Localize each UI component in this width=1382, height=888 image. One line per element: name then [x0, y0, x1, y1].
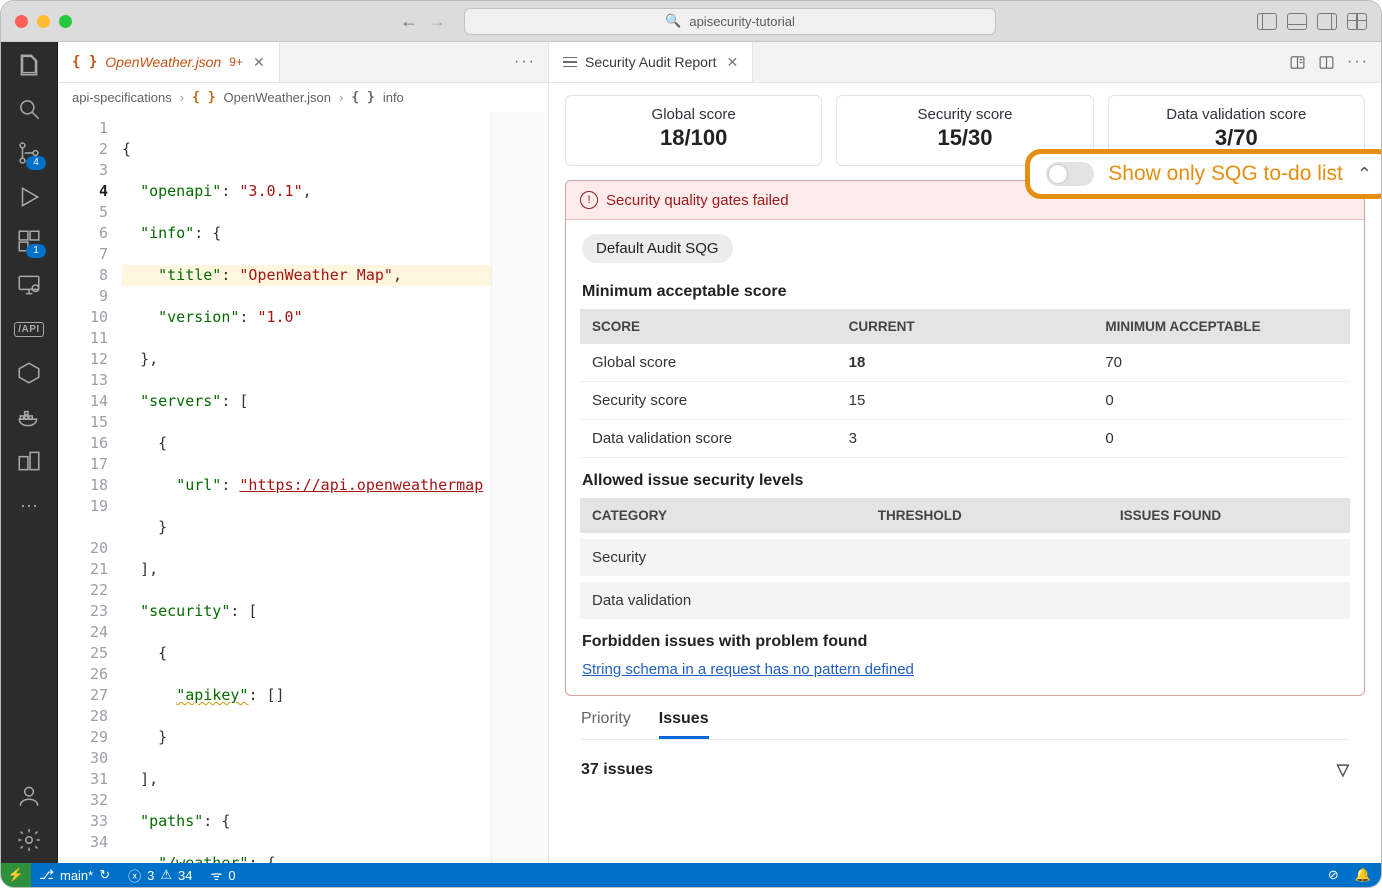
sqg-toggle-label: Show only SQG to-do list	[1108, 162, 1343, 186]
report-more-icon[interactable]: ···	[1347, 53, 1369, 71]
editor-more-icon[interactable]: ···	[514, 53, 536, 71]
tab-issues[interactable]: Issues	[659, 702, 709, 739]
tab-security-audit[interactable]: Security Audit Report ✕	[549, 42, 753, 82]
code-content[interactable]: { "openapi": "3.0.1", "info": { "title":…	[118, 112, 491, 863]
sync-icon[interactable]: ↻	[99, 867, 110, 883]
table-row: Data validation	[580, 582, 1350, 619]
42crunch-icon[interactable]	[14, 358, 44, 388]
close-tab-icon[interactable]: ✕	[727, 54, 739, 71]
more-views-icon[interactable]: ···	[14, 490, 44, 520]
sqg-toggle-highlight: Show only SQG to-do list ⌃	[1025, 149, 1381, 199]
editor-pane: { } OpenWeather.json 9+ ✕ ··· api-specif…	[58, 42, 549, 863]
levels-table: CATEGORY THRESHOLD ISSUES FOUND Security…	[580, 498, 1350, 619]
tab-problems-count: 9+	[229, 55, 243, 69]
json-icon: { }	[192, 90, 215, 105]
table-row: Global score 18 70	[580, 344, 1350, 382]
editor-tabs: { } OpenWeather.json 9+ ✕ ···	[58, 42, 548, 83]
docker-icon[interactable]	[14, 402, 44, 432]
breadcrumb-file[interactable]: OpenWeather.json	[224, 90, 331, 105]
zoom-window-icon[interactable]	[59, 15, 72, 28]
nav-back-icon[interactable]: ←	[400, 11, 418, 32]
sqg-toggle[interactable]	[1046, 162, 1094, 186]
run-debug-icon[interactable]	[14, 182, 44, 212]
object-icon: { }	[351, 90, 374, 105]
report-pane: Security Audit Report ✕ ··· Global score…	[549, 42, 1381, 863]
report-body: Global score 18/100 Security score 15/30…	[549, 83, 1381, 863]
line-gutter: 1 2 3 4 5 6 7 8 9 10 11 12 13 14 15 16 1…	[58, 112, 118, 863]
min-score-table: SCORE CURRENT MINIMUM ACCEPTABLE Global …	[580, 309, 1350, 458]
workspace-name: apisecurity-tutorial	[689, 14, 795, 29]
scm-badge: 4	[26, 156, 46, 170]
report-tabs: Security Audit Report ✕ ···	[549, 42, 1381, 83]
code-editor[interactable]: 1 2 3 4 5 6 7 8 9 10 11 12 13 14 15 16 1…	[58, 112, 548, 863]
activity-bar: 4 1 /API	[1, 42, 58, 863]
tab-priority[interactable]: Priority	[581, 702, 631, 739]
remote-indicator[interactable]: ⚡	[1, 863, 31, 887]
status-bar: ⚡ ⎇ main* ↻ ⓧ3 ⚠34 ᯤ0 ⊘ 🔔	[1, 863, 1381, 887]
levels-heading: Allowed issue security levels	[582, 472, 1348, 490]
chevron-up-icon[interactable]: ⌃	[1357, 164, 1372, 185]
sqg-failed-label: Security quality gates failed	[606, 192, 789, 209]
table-row: Security score 15 0	[580, 382, 1350, 420]
command-center[interactable]: 🔍 apisecurity-tutorial	[464, 8, 996, 35]
score-global: Global score 18/100	[565, 95, 822, 166]
remote-explorer-icon[interactable]	[14, 270, 44, 300]
breadcrumb-symbol[interactable]: info	[383, 90, 404, 105]
search-icon: 🔍	[665, 13, 681, 29]
extensions-badge: 1	[26, 244, 46, 258]
containers-icon[interactable]	[14, 446, 44, 476]
notifications-icon[interactable]: 🔔	[1355, 867, 1371, 883]
json-icon: { }	[72, 54, 97, 70]
window-controls	[15, 15, 72, 28]
issues-tabs: Priority Issues	[581, 702, 1349, 740]
tab-openweather[interactable]: { } OpenWeather.json 9+ ✕	[58, 42, 280, 82]
toggle-secondary-sidebar-icon[interactable]	[1317, 13, 1337, 30]
title-bar: ← → 🔍 apisecurity-tutorial	[1, 1, 1381, 42]
accounts-icon[interactable]	[14, 781, 44, 811]
minimize-window-icon[interactable]	[37, 15, 50, 28]
source-control-icon[interactable]: 4	[14, 138, 44, 168]
alert-icon: !	[580, 191, 598, 209]
tab-label: OpenWeather.json	[105, 54, 221, 70]
table-row: Data validation score 3 0	[580, 420, 1350, 458]
sqg-chip[interactable]: Default Audit SQG	[582, 234, 733, 263]
min-score-heading: Minimum acceptable score	[582, 283, 1348, 301]
settings-gear-icon[interactable]	[14, 825, 44, 855]
split-preview-icon[interactable]	[1289, 54, 1306, 71]
breadcrumb-folder[interactable]: api-specifications	[72, 90, 172, 105]
forbidden-heading: Forbidden issues with problem found	[582, 633, 1348, 651]
toggle-panel-icon[interactable]	[1287, 13, 1307, 30]
customize-layout-icon[interactable]	[1347, 13, 1367, 30]
minimap[interactable]	[491, 112, 548, 863]
tab-label: Security Audit Report	[585, 54, 717, 70]
table-row: Security	[580, 539, 1350, 576]
report-icon	[563, 57, 577, 68]
api-icon[interactable]: /API	[14, 314, 44, 344]
split-editor-icon[interactable]	[1318, 54, 1335, 71]
toggle-primary-sidebar-icon[interactable]	[1257, 13, 1277, 30]
copilot-icon[interactable]: ⊘	[1328, 867, 1339, 883]
close-tab-icon[interactable]: ✕	[253, 54, 265, 71]
status-ports[interactable]: ᯤ0	[211, 866, 236, 884]
extensions-icon[interactable]: 1	[14, 226, 44, 256]
filter-icon[interactable]: ▽	[1337, 760, 1349, 780]
sqg-panel: ! Security quality gates failed Default …	[565, 180, 1365, 696]
issues-count: 37 issues	[581, 761, 653, 779]
nav-forward-icon[interactable]: →	[428, 11, 446, 32]
search-icon[interactable]	[14, 94, 44, 124]
close-window-icon[interactable]	[15, 15, 28, 28]
explorer-icon[interactable]	[14, 50, 44, 80]
breadcrumb[interactable]: api-specifications › { } OpenWeather.jso…	[58, 83, 548, 112]
status-branch[interactable]: ⎇ main* ↻	[39, 867, 110, 883]
status-problems[interactable]: ⓧ3 ⚠34	[128, 866, 192, 885]
forbidden-issue-link[interactable]: String schema in a request has no patter…	[582, 661, 914, 678]
